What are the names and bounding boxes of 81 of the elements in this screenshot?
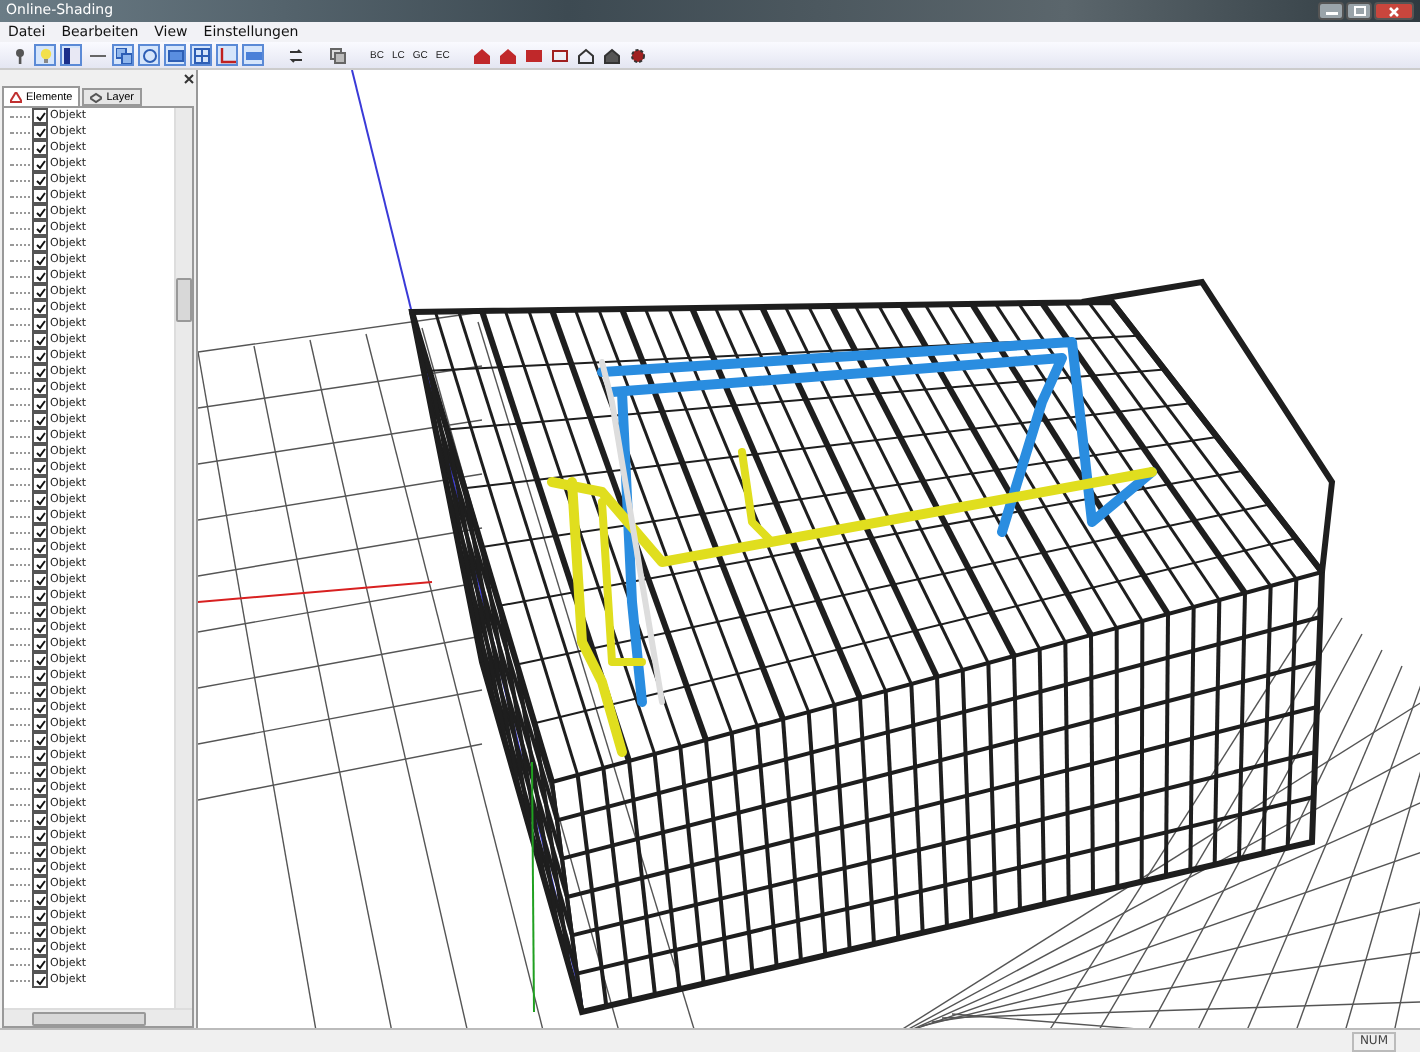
- checkbox[interactable]: [32, 380, 48, 396]
- checkbox[interactable]: [32, 748, 48, 764]
- checkbox[interactable]: [32, 668, 48, 684]
- checkbox[interactable]: [32, 844, 48, 860]
- checkbox[interactable]: [32, 796, 48, 812]
- panel-icon[interactable]: [63, 47, 79, 63]
- close-button[interactable]: [1374, 2, 1414, 20]
- checkbox[interactable]: [32, 876, 48, 892]
- axes-icon[interactable]: [219, 47, 235, 63]
- checkbox[interactable]: [32, 540, 48, 556]
- checkbox[interactable]: [32, 140, 48, 156]
- checkbox[interactable]: [32, 236, 48, 252]
- window-icon[interactable]: [167, 47, 183, 63]
- checkbox[interactable]: [32, 444, 48, 460]
- maximize-icon: [1353, 6, 1365, 16]
- checkbox[interactable]: [32, 188, 48, 204]
- key-icon[interactable]: [11, 47, 27, 63]
- checkbox[interactable]: [32, 220, 48, 236]
- checkbox[interactable]: [32, 332, 48, 348]
- checkbox[interactable]: [32, 828, 48, 844]
- checkbox[interactable]: [32, 556, 48, 572]
- checkbox[interactable]: [32, 364, 48, 380]
- 3d-viewport[interactable]: [198, 70, 1420, 1028]
- circle-icon[interactable]: [141, 47, 157, 63]
- minimize-icon: [1325, 7, 1337, 15]
- block-icon[interactable]: [526, 47, 543, 63]
- checkbox[interactable]: [32, 156, 48, 172]
- checkbox[interactable]: [32, 684, 48, 700]
- checkbox[interactable]: [32, 124, 48, 140]
- checkbox[interactable]: [32, 428, 48, 444]
- checkbox[interactable]: [32, 508, 48, 524]
- checkbox[interactable]: [32, 780, 48, 796]
- checkbox[interactable]: [32, 252, 48, 268]
- checkbox[interactable]: [32, 268, 48, 284]
- checkbox[interactable]: [32, 892, 48, 908]
- checkbox[interactable]: [32, 476, 48, 492]
- arrows-icon[interactable]: [287, 47, 303, 63]
- square-icon[interactable]: [552, 47, 569, 63]
- checkbox[interactable]: [32, 396, 48, 412]
- checkbox[interactable]: [32, 316, 48, 332]
- checkbox[interactable]: [32, 348, 48, 364]
- tag-icon[interactable]: [245, 47, 261, 63]
- checkbox[interactable]: [32, 492, 48, 508]
- diamond-icon: [90, 91, 103, 103]
- scrollbar[interactable]: [4, 1008, 192, 1026]
- checkbox[interactable]: [32, 956, 48, 972]
- checkbox[interactable]: [32, 524, 48, 540]
- copy-icon[interactable]: [329, 47, 345, 63]
- close-icon[interactable]: [184, 73, 194, 83]
- checkbox[interactable]: [32, 460, 48, 476]
- checkbox[interactable]: [32, 652, 48, 668]
- checkbox[interactable]: [32, 924, 48, 940]
- checkbox[interactable]: [32, 972, 48, 988]
- bulb-icon[interactable]: [37, 47, 53, 63]
- checkbox[interactable]: [32, 700, 48, 716]
- checkbox[interactable]: [32, 108, 48, 124]
- checkbox[interactable]: [32, 572, 48, 588]
- triangle-icon: [10, 91, 22, 103]
- checkbox[interactable]: [32, 860, 48, 876]
- maximize-button[interactable]: [1346, 2, 1372, 20]
- checkbox[interactable]: [32, 636, 48, 652]
- checkbox[interactable]: [32, 284, 48, 300]
- checkbox[interactable]: [32, 300, 48, 316]
- checkbox[interactable]: [32, 716, 48, 732]
- grid-icon[interactable]: [193, 47, 209, 63]
- copy-icon[interactable]: [115, 47, 131, 63]
- checkbox[interactable]: [32, 732, 48, 748]
- minimize-button[interactable]: [1318, 2, 1344, 20]
- checkbox[interactable]: [32, 908, 48, 924]
- checkbox[interactable]: [32, 620, 48, 636]
- scrollbar[interactable]: [174, 108, 192, 1008]
- checkbox[interactable]: [32, 604, 48, 620]
- checkbox[interactable]: [32, 204, 48, 220]
- close-icon: [1388, 5, 1400, 17]
- checkbox[interactable]: [32, 940, 48, 956]
- gear-icon[interactable]: [630, 47, 647, 63]
- checkbox[interactable]: [32, 412, 48, 428]
- checkbox[interactable]: [32, 812, 48, 828]
- checkbox[interactable]: [32, 764, 48, 780]
- checkbox[interactable]: [32, 172, 48, 188]
- checkbox[interactable]: [32, 588, 48, 604]
